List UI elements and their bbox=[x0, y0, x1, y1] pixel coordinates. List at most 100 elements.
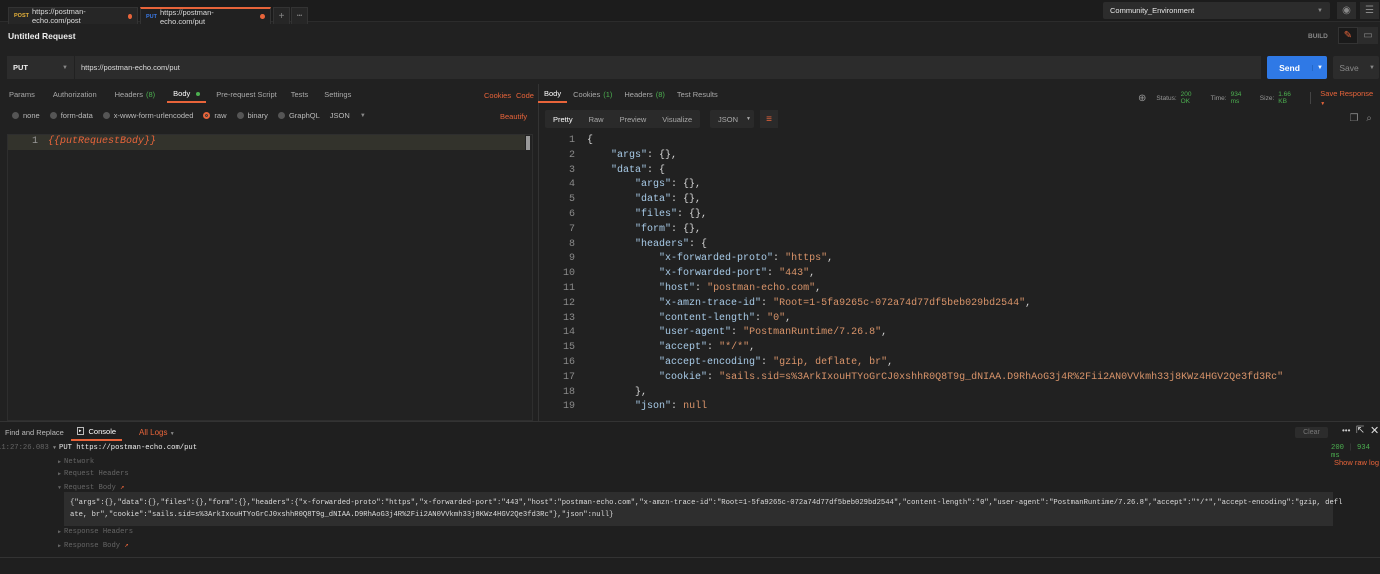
code-line: 9 "x-forwarded-proto": "https", bbox=[540, 252, 1375, 267]
copy-button[interactable]: ❐ bbox=[1348, 112, 1360, 124]
log-entry[interactable]: ▼ PUT https://postman-echo.com/put bbox=[53, 444, 197, 452]
console-tab[interactable]: ▸ Console bbox=[71, 423, 123, 441]
line-number: 3 bbox=[568, 164, 575, 176]
code-link[interactable]: Code bbox=[516, 91, 534, 100]
method-select[interactable]: PUT ▼ bbox=[7, 56, 75, 79]
radio-form-data[interactable]: form-data bbox=[49, 111, 93, 120]
code-line: 1{ bbox=[540, 134, 1375, 149]
save-response-button[interactable]: Save Response ▼ bbox=[1320, 89, 1380, 107]
save-options-chevron-icon[interactable]: ▼ bbox=[1365, 65, 1379, 71]
json-punctuation bbox=[587, 283, 659, 294]
send-button[interactable]: Send ▼ bbox=[1267, 56, 1327, 79]
raw-format-select[interactable]: JSON ▼ bbox=[330, 111, 366, 120]
tab-pre-request-script[interactable]: Pre-request Script bbox=[210, 86, 282, 103]
status-label: Status: bbox=[1156, 94, 1177, 102]
view-preview[interactable]: Preview bbox=[612, 115, 655, 124]
tab-response-body[interactable]: Body bbox=[538, 86, 568, 103]
log-section-request-body[interactable]: ▼ Request Body ↗ bbox=[58, 482, 124, 492]
wrap-lines-button[interactable]: ≡ bbox=[760, 110, 778, 128]
tab-options-button[interactable]: ••• bbox=[291, 7, 308, 24]
pane-divider[interactable] bbox=[538, 84, 539, 421]
radio-binary[interactable]: binary bbox=[236, 111, 268, 120]
code-text: "json": null bbox=[587, 400, 707, 415]
console-more-icon[interactable]: ••• bbox=[1342, 426, 1350, 435]
radio-selected-icon bbox=[203, 112, 211, 119]
tab-headers[interactable]: Headers (8) bbox=[109, 86, 162, 103]
radio-none[interactable]: none bbox=[12, 111, 40, 120]
log-section-request-headers[interactable]: ▶ Request Headers bbox=[58, 470, 129, 478]
log-section-network[interactable]: ▶ Network bbox=[58, 458, 94, 466]
radio-graphql[interactable]: GraphQL bbox=[277, 111, 320, 120]
json-punctuation bbox=[587, 313, 659, 324]
close-console-icon[interactable]: ✕ bbox=[1370, 424, 1379, 437]
response-format-select[interactable]: JSON ▼ bbox=[710, 110, 754, 128]
json-key: "data" bbox=[635, 194, 672, 206]
code-text: "x-forwarded-port": "443", bbox=[587, 267, 815, 282]
comments-button[interactable]: ▭ bbox=[1358, 27, 1378, 44]
request-body-editor[interactable] bbox=[7, 134, 533, 421]
environment-quick-look-button[interactable]: ◉ bbox=[1337, 2, 1356, 19]
save-button[interactable]: Save ▼ bbox=[1333, 56, 1379, 79]
log-section-response-headers[interactable]: ▶ Response Headers bbox=[58, 528, 133, 536]
tab-method: POST bbox=[14, 13, 29, 19]
beautify-link[interactable]: Beautify bbox=[500, 112, 527, 121]
tab-authorization[interactable]: Authorization bbox=[47, 86, 103, 103]
build-mode-button[interactable]: ✎ bbox=[1338, 27, 1358, 44]
json-string: "https" bbox=[785, 253, 828, 265]
tab-params[interactable]: Params bbox=[3, 86, 41, 103]
status-value: 200 OK bbox=[1180, 91, 1192, 105]
manage-environments-button[interactable]: ☰ bbox=[1360, 2, 1379, 19]
json-string: "0" bbox=[767, 312, 786, 324]
tab-body[interactable]: Body bbox=[167, 86, 207, 103]
line-number: 8 bbox=[568, 238, 575, 250]
json-punctuation bbox=[587, 179, 635, 190]
more-icon: ••• bbox=[296, 13, 303, 19]
json-key: "x-forwarded-proto" bbox=[659, 253, 774, 265]
open-external-icon[interactable]: ↗ bbox=[120, 484, 124, 492]
editor-scrollbar[interactable] bbox=[526, 136, 530, 150]
size-value: 1.66 KB bbox=[1278, 91, 1291, 105]
view-pretty[interactable]: Pretty bbox=[545, 115, 581, 124]
request-tab-post[interactable]: POST https://postman-echo.com/post bbox=[8, 7, 138, 25]
code-line: 11 "host": "postman-echo.com", bbox=[540, 282, 1375, 297]
code-line: 5 "data": {}, bbox=[540, 193, 1375, 208]
show-raw-log-link[interactable]: Show raw log bbox=[1334, 458, 1379, 467]
response-body-viewer[interactable]: 1{2 "args": {}, 3 "data": {4 "args": {}, 5… bbox=[540, 134, 1375, 419]
environment-name: Community_Environment bbox=[1110, 6, 1195, 15]
new-tab-button[interactable]: + bbox=[273, 7, 290, 24]
tab-response-cookies[interactable]: Cookies (1) bbox=[567, 86, 618, 103]
search-button[interactable]: ⌕ bbox=[1363, 112, 1375, 124]
view-visualize[interactable]: Visualize bbox=[654, 115, 700, 124]
chevron-down-icon: ▼ bbox=[169, 431, 175, 437]
line-number: 11 bbox=[562, 282, 575, 294]
response-view-modes: Pretty Raw Preview Visualize bbox=[545, 110, 701, 128]
tab-tests[interactable]: Tests bbox=[285, 86, 315, 103]
tab-settings[interactable]: Settings bbox=[318, 86, 357, 103]
request-tab-put[interactable]: PUT https://postman-echo.com/put bbox=[140, 7, 271, 26]
url-input[interactable]: https://postman-echo.com/put bbox=[75, 56, 1261, 79]
radio-raw[interactable]: raw bbox=[203, 111, 227, 120]
radio-urlencoded[interactable]: x-www-form-urlencoded bbox=[102, 111, 193, 120]
open-external-icon[interactable]: ↗ bbox=[124, 542, 128, 550]
find-replace-tab[interactable]: Find and Replace bbox=[5, 428, 64, 437]
clear-console-button[interactable]: Clear bbox=[1295, 427, 1328, 438]
format-value: JSON bbox=[329, 111, 350, 120]
code-text: }, bbox=[587, 386, 647, 401]
globe-icon: ⊕ bbox=[1138, 92, 1147, 104]
send-options-chevron-icon[interactable]: ▼ bbox=[1312, 64, 1327, 71]
environment-select[interactable]: Community_Environment ▼ bbox=[1103, 2, 1330, 19]
cookies-link[interactable]: Cookies bbox=[484, 91, 511, 100]
code-text: "files": {}, bbox=[587, 208, 707, 223]
code-text: "content-length": "0", bbox=[587, 312, 791, 327]
tab-response-headers[interactable]: Headers (8) bbox=[618, 86, 671, 103]
tab-test-results[interactable]: Test Results bbox=[671, 86, 724, 103]
code-line: 2 "args": {}, bbox=[540, 149, 1375, 164]
code-line: 7 "form": {}, bbox=[540, 223, 1375, 238]
log-filter-select[interactable]: All Logs ▼ bbox=[139, 428, 175, 437]
log-request: PUT https://postman-echo.com/put bbox=[59, 444, 198, 452]
search-icon: ⌕ bbox=[1366, 112, 1372, 124]
view-raw[interactable]: Raw bbox=[581, 115, 612, 124]
log-section-response-body[interactable]: ▶ Response Body ↗ bbox=[58, 540, 129, 550]
popout-icon[interactable]: ⇱ bbox=[1356, 425, 1364, 436]
json-punctuation bbox=[587, 372, 659, 383]
